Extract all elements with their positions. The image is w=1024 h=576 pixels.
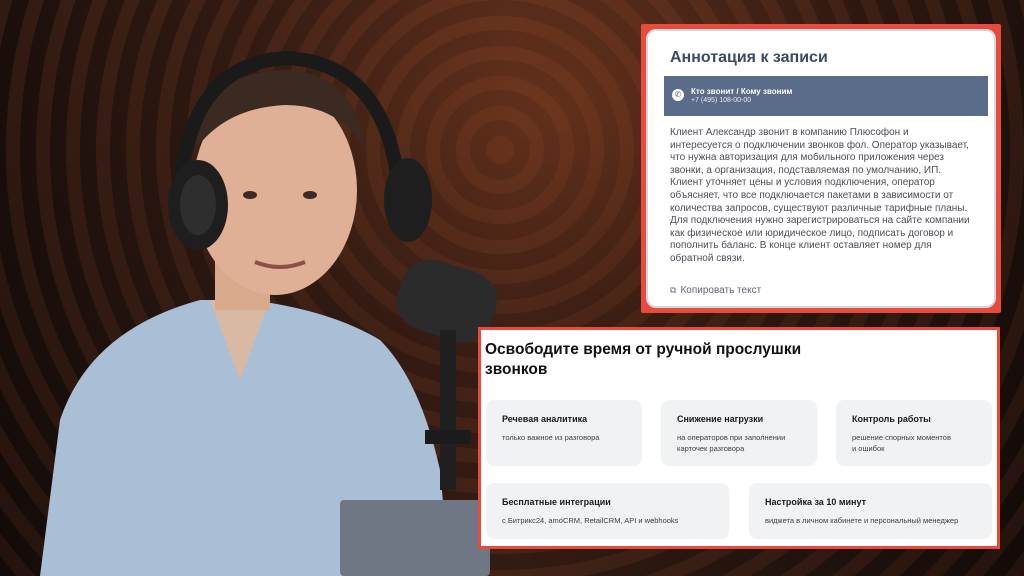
copy-text-button[interactable]: ⧉ Копировать текст bbox=[670, 285, 761, 296]
feature-card-desc: виджета в личном кабинете и персональный… bbox=[765, 516, 959, 525]
feature-card-desc: только важное из разговора bbox=[502, 433, 600, 442]
copy-icon: ⧉ bbox=[670, 285, 677, 295]
feature-card-title: Снижение нагрузки bbox=[677, 414, 764, 424]
features-panel: Освободите время от ручной прослушки зво… bbox=[478, 327, 1000, 549]
feature-card-desc: с Битрикс24, amoCRM, RetailCRM, API и we… bbox=[502, 516, 679, 525]
caller-info-bar: ✆ Кто звонит / Кому звоним +7 (495) 108-… bbox=[664, 76, 988, 116]
annotation-text: Клиент Александр звонит в компанию Плюсо… bbox=[670, 127, 970, 264]
feature-card-title: Контроль работы bbox=[852, 414, 931, 424]
caller-label: Кто звонит / Кому звоним bbox=[691, 87, 793, 96]
feature-card-load-reduction: Снижение нагрузки на операторов при запо… bbox=[661, 400, 817, 466]
annotation-panel-frame: Аннотация к записи ✆ Кто звонит / Кому з… bbox=[641, 24, 1001, 313]
annotation-title: Аннотация к записи bbox=[670, 49, 828, 66]
feature-card-speech-analytics: Речевая аналитика только важное из разго… bbox=[486, 400, 642, 466]
phone-icon: ✆ bbox=[672, 89, 684, 101]
feature-card-free-integrations: Бесплатные интеграции с Битрикс24, amoCR… bbox=[486, 483, 729, 539]
annotation-card: Аннотация к записи ✆ Кто звонит / Кому з… bbox=[646, 29, 996, 308]
copy-text-label: Копировать текст bbox=[680, 285, 762, 296]
feature-card-title: Речевая аналитика bbox=[502, 414, 588, 424]
feature-card-work-control: Контроль работы решение спорных моментов… bbox=[836, 400, 992, 466]
feature-card-desc: решение спорных моментов и ошибок bbox=[852, 433, 951, 453]
caller-phone: +7 (495) 108-00-00 bbox=[691, 97, 752, 104]
feature-card-desc: на операторов при заполнении карточек ра… bbox=[677, 433, 786, 453]
feature-card-setup-10-min: Настройка за 10 минут виджета в личном к… bbox=[749, 483, 992, 539]
features-title: Освободите время от ручной прослушки зво… bbox=[485, 341, 802, 378]
feature-card-title: Бесплатные интеграции bbox=[502, 497, 611, 507]
feature-card-title: Настройка за 10 минут bbox=[765, 497, 866, 507]
